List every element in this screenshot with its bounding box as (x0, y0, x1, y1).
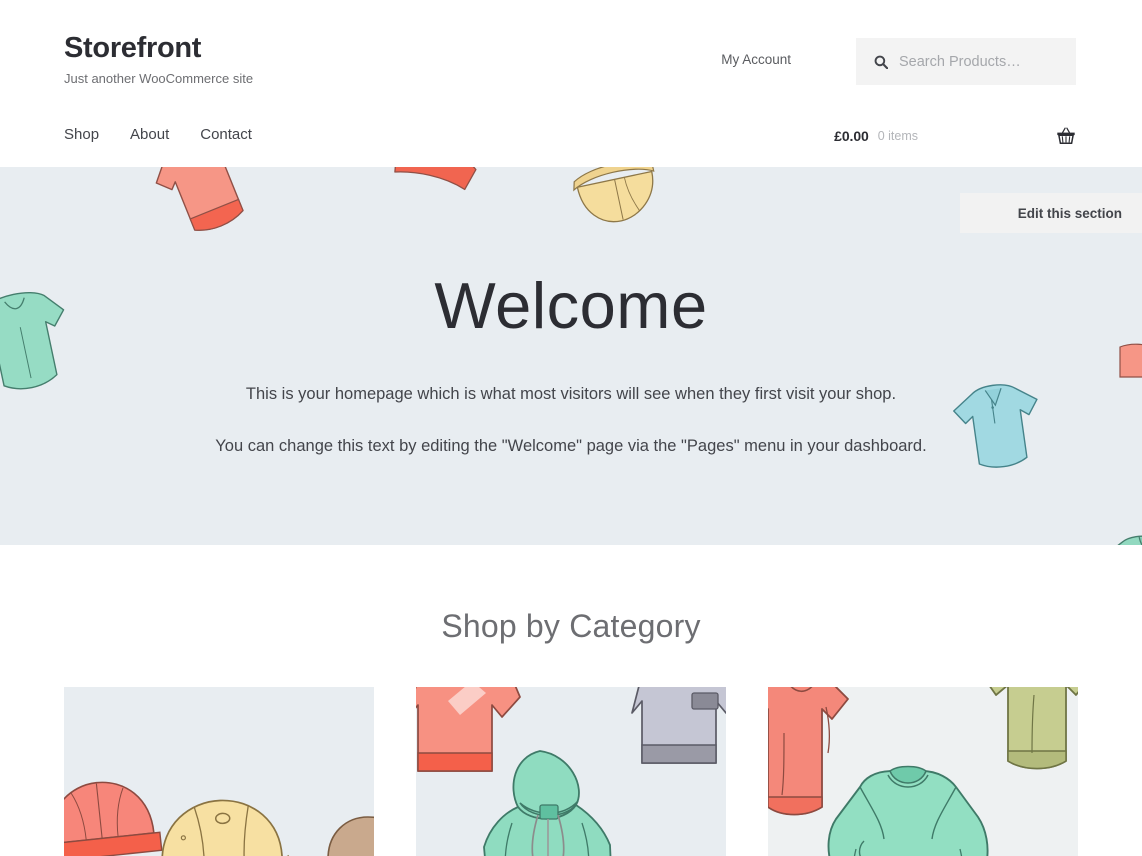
nav-item-contact[interactable]: Contact (200, 127, 252, 142)
cart-item-count: 0 items (877, 129, 918, 143)
section-heading: Shop by Category (441, 608, 701, 644)
hero-welcome-section: Edit this section Welcome This is your h… (0, 167, 1142, 545)
nav-item-shop[interactable]: Shop (64, 127, 99, 142)
category-grid: Hats (64, 687, 1078, 856)
shopping-basket-icon[interactable] (1056, 126, 1076, 146)
search-input[interactable] (899, 53, 1068, 70)
product-search-form[interactable] (856, 38, 1076, 85)
category-card-tshirts[interactable]: Tshirts (768, 687, 1078, 856)
site-branding[interactable]: Storefront Just another WooCommerce site (64, 32, 254, 86)
mint-hoodie-illustration (1086, 519, 1142, 545)
shop-by-category-section: Shop by Category (0, 545, 1142, 856)
site-title[interactable]: Storefront (64, 32, 253, 65)
category-card-hats[interactable]: Hats (64, 687, 374, 856)
hero-paragraph-2: You can change this text by editing the … (215, 436, 927, 455)
cart-total-amount: £0.00 (834, 128, 869, 144)
hero-paragraph-1: This is your homepage which is what most… (245, 385, 897, 403)
search-icon (874, 55, 888, 69)
hoodies-category-image (416, 687, 726, 856)
site-header: Storefront Just another WooCommerce site… (0, 0, 1142, 167)
hats-category-image (64, 687, 374, 856)
header-top-row: Storefront Just another WooCommerce site… (64, 0, 1078, 112)
page-title: Welcome (434, 269, 708, 342)
nav-item-about[interactable]: About (130, 127, 169, 142)
site-tagline: Just another WooCommerce site (64, 70, 254, 86)
my-account-link[interactable]: My Account (721, 52, 791, 67)
category-card-hoodies[interactable]: Hoodies (416, 687, 726, 856)
header-nav-row: Shop About Contact £0.00 0 items (64, 112, 1078, 167)
tshirts-category-image (768, 687, 1078, 856)
edit-this-section-button[interactable]: Edit this section (959, 193, 1142, 233)
cart-summary[interactable]: £0.00 0 items (834, 125, 1076, 147)
storefront-homepage: Storefront Just another WooCommerce site… (0, 0, 1142, 856)
primary-navigation: Shop About Contact (64, 127, 252, 142)
